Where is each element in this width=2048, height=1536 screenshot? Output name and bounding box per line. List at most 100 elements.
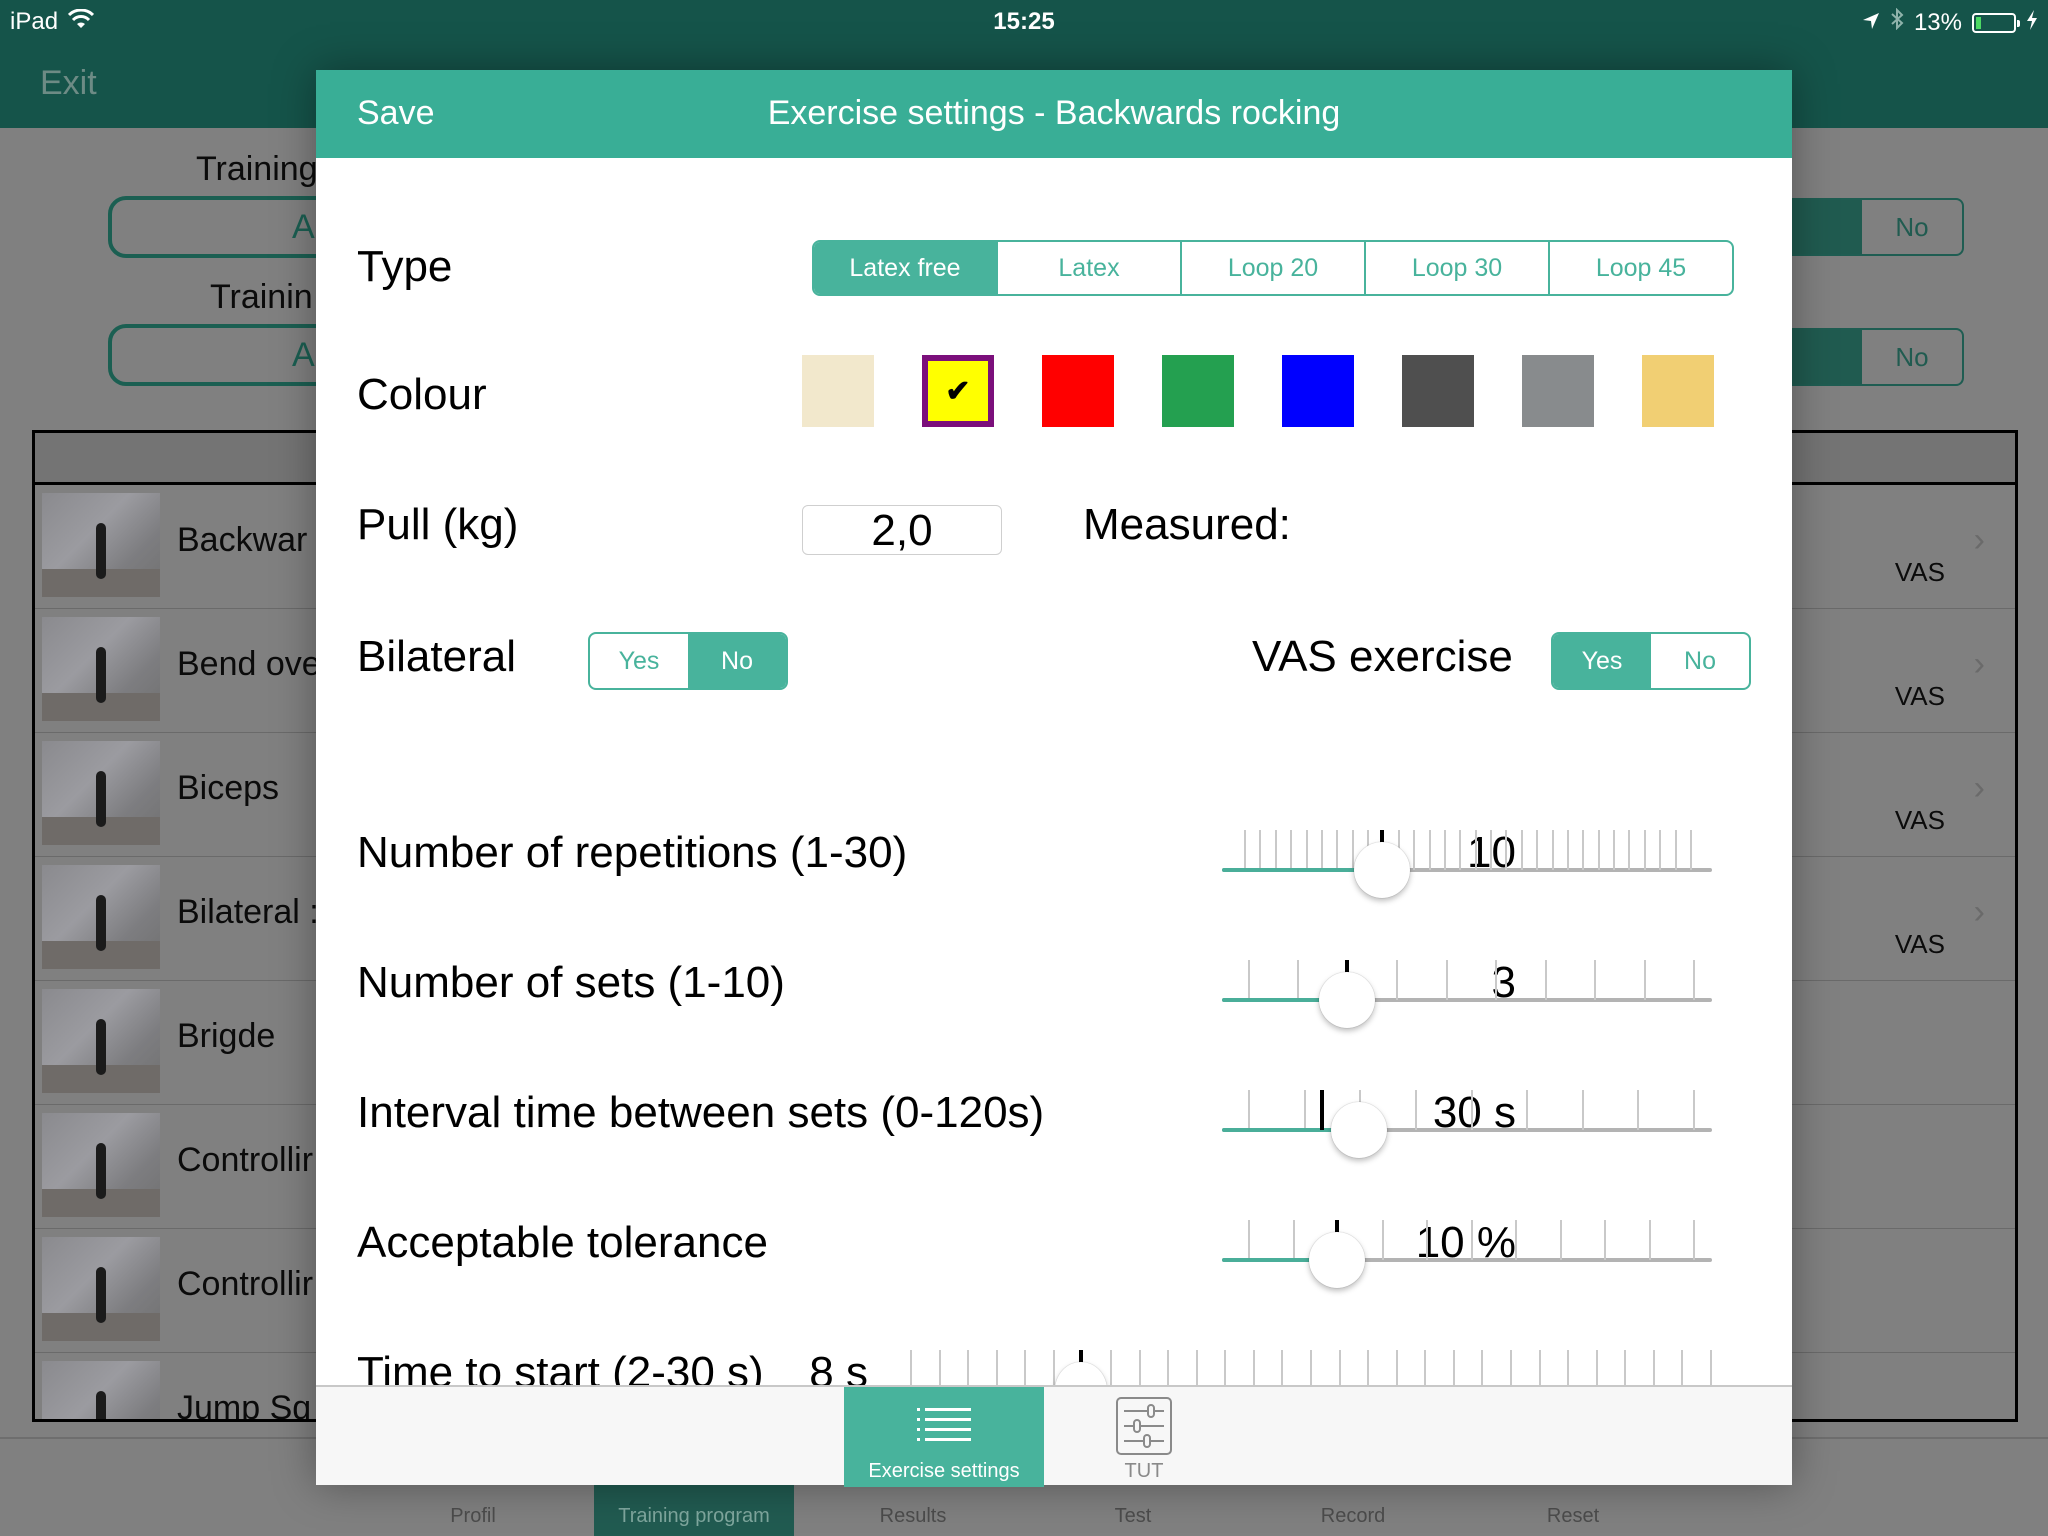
- slider-tick: [1320, 830, 1323, 870]
- slider-tick: [1414, 1090, 1417, 1130]
- colour-swatch[interactable]: [1402, 355, 1474, 427]
- slider-tick: [1470, 1090, 1473, 1130]
- slider-tick: [1110, 1350, 1112, 1390]
- slider-tick: [1490, 830, 1493, 870]
- tab-exercise-settings[interactable]: Exercise settings: [844, 1387, 1044, 1487]
- type-option-loop-45[interactable]: Loop 45: [1548, 242, 1732, 294]
- colour-swatch[interactable]: ✔: [922, 355, 994, 427]
- slider-tick: [1643, 960, 1646, 1000]
- colour-swatch[interactable]: [1522, 355, 1594, 427]
- exercise-name: Bend ove: [177, 645, 321, 683]
- slider-tick: [1567, 1350, 1570, 1390]
- slider-thumb[interactable]: [1331, 1102, 1388, 1158]
- bilateral-no-option[interactable]: No: [688, 634, 786, 688]
- slider-tick: [1248, 1090, 1250, 1130]
- slider-tick: [1582, 830, 1585, 870]
- colour-swatch[interactable]: [1282, 355, 1354, 427]
- slider-tick: [1445, 960, 1448, 1000]
- tab-tut[interactable]: TUT: [1044, 1387, 1244, 1487]
- slider-tick: [1594, 960, 1597, 1000]
- slider-tick: [1413, 830, 1416, 870]
- exercise-thumbnail: [42, 617, 160, 721]
- slider-tick: [938, 1350, 941, 1390]
- colour-swatch[interactable]: [1042, 355, 1114, 427]
- type-option-latex-free[interactable]: Latex free: [814, 242, 996, 294]
- slider-tick: [1297, 960, 1300, 1000]
- colour-picker: ✔: [802, 355, 1732, 427]
- slider-tick: [1338, 1350, 1341, 1390]
- bilateral-yes-option[interactable]: Yes: [590, 634, 688, 688]
- battery-icon: [1972, 12, 2020, 33]
- type-option-loop-20[interactable]: Loop 20: [1180, 242, 1364, 294]
- colour-swatch[interactable]: [1642, 355, 1714, 427]
- slider[interactable]: [1222, 1208, 1712, 1288]
- exit-button[interactable]: Exit: [40, 64, 97, 103]
- bilateral-label: Bilateral: [357, 632, 516, 681]
- slider-tick: [1195, 1350, 1198, 1390]
- slider-label: Interval time between sets (0-120s): [357, 1088, 1045, 1137]
- exercise-name: Controllir: [177, 1141, 314, 1179]
- slider-tick: [1290, 830, 1293, 870]
- slider-tick: [1274, 830, 1277, 870]
- slider-tick: [1648, 1220, 1651, 1260]
- slider-thumb[interactable]: [1309, 1232, 1365, 1288]
- exercise-name: Bilateral :: [177, 893, 319, 931]
- toggle-no-segment[interactable]: No: [1862, 330, 1962, 384]
- exercise-settings-modal: Save Exercise settings - Backwards rocki…: [316, 70, 1792, 1487]
- exercise-name: Brigde: [177, 1017, 276, 1055]
- slider-thumb[interactable]: [1318, 972, 1375, 1028]
- checkmark-icon: ✔: [945, 374, 971, 408]
- slider[interactable]: [1222, 1078, 1712, 1158]
- exercise-thumbnail: [42, 493, 160, 597]
- slider-label: Acceptable tolerance: [357, 1218, 768, 1267]
- slider-tick: [1693, 1220, 1695, 1260]
- slider-tick: [1452, 1350, 1455, 1390]
- pull-input[interactable]: [802, 505, 1002, 555]
- vas-exercise-label: VAS exercise: [1252, 632, 1513, 681]
- slider-tick: [1481, 1350, 1484, 1390]
- slider-tick: [1252, 1350, 1255, 1390]
- slider-tick: [1259, 830, 1262, 870]
- slider-label: Number of repetitions (1-30): [357, 828, 908, 877]
- slider-tick: [1367, 1350, 1370, 1390]
- vas-no-option[interactable]: No: [1651, 634, 1749, 688]
- slider-tick: [1536, 830, 1539, 870]
- slider-thumb[interactable]: [1354, 842, 1411, 898]
- type-option-latex[interactable]: Latex: [996, 242, 1180, 294]
- colour-label: Colour: [357, 370, 487, 419]
- slider[interactable]: [1222, 948, 1712, 1028]
- battery-percent: 13%: [1913, 8, 1962, 36]
- type-label: Type: [357, 242, 453, 291]
- slider-tick: [1566, 830, 1569, 870]
- slider-label: Number of sets (1-10): [357, 958, 785, 1007]
- toggle-no-segment[interactable]: No: [1862, 200, 1962, 254]
- exercise-thumbnail: [42, 865, 160, 969]
- slider-tick: [1224, 1350, 1227, 1390]
- slider-tick: [1551, 830, 1554, 870]
- slider-tick: [1470, 1220, 1473, 1260]
- slider-tick: [1710, 1350, 1712, 1390]
- slider-tick: [1396, 960, 1399, 1000]
- slider-tick: [1515, 1220, 1517, 1260]
- slider-tick: [1510, 1350, 1512, 1390]
- colour-swatch[interactable]: [1162, 355, 1234, 427]
- slider-reference-marker: [1320, 1090, 1325, 1130]
- exercise-thumbnail: [42, 1237, 160, 1341]
- slider-tick: [1244, 830, 1246, 870]
- slider-tick: [1381, 1220, 1384, 1260]
- slider-tick: [995, 1350, 998, 1390]
- slider-tick: [1624, 1350, 1627, 1390]
- filter-label: Training: [196, 150, 318, 188]
- slider-tick: [1428, 830, 1431, 870]
- slider-tick: [1505, 830, 1508, 870]
- type-option-loop-30[interactable]: Loop 30: [1364, 242, 1548, 294]
- modal-tab-bar: Exercise settings TUT: [316, 1385, 1792, 1487]
- exercise-thumbnail: [42, 1361, 160, 1419]
- vas-yes-option[interactable]: Yes: [1553, 634, 1651, 688]
- slider[interactable]: [1222, 818, 1712, 898]
- chevron-right-icon: ›: [1973, 645, 1985, 683]
- bilateral-toggle: Yes No: [588, 632, 788, 690]
- slider-tick: [1167, 1350, 1170, 1390]
- colour-swatch[interactable]: [802, 355, 874, 427]
- exercise-name: Controllir: [177, 1265, 314, 1303]
